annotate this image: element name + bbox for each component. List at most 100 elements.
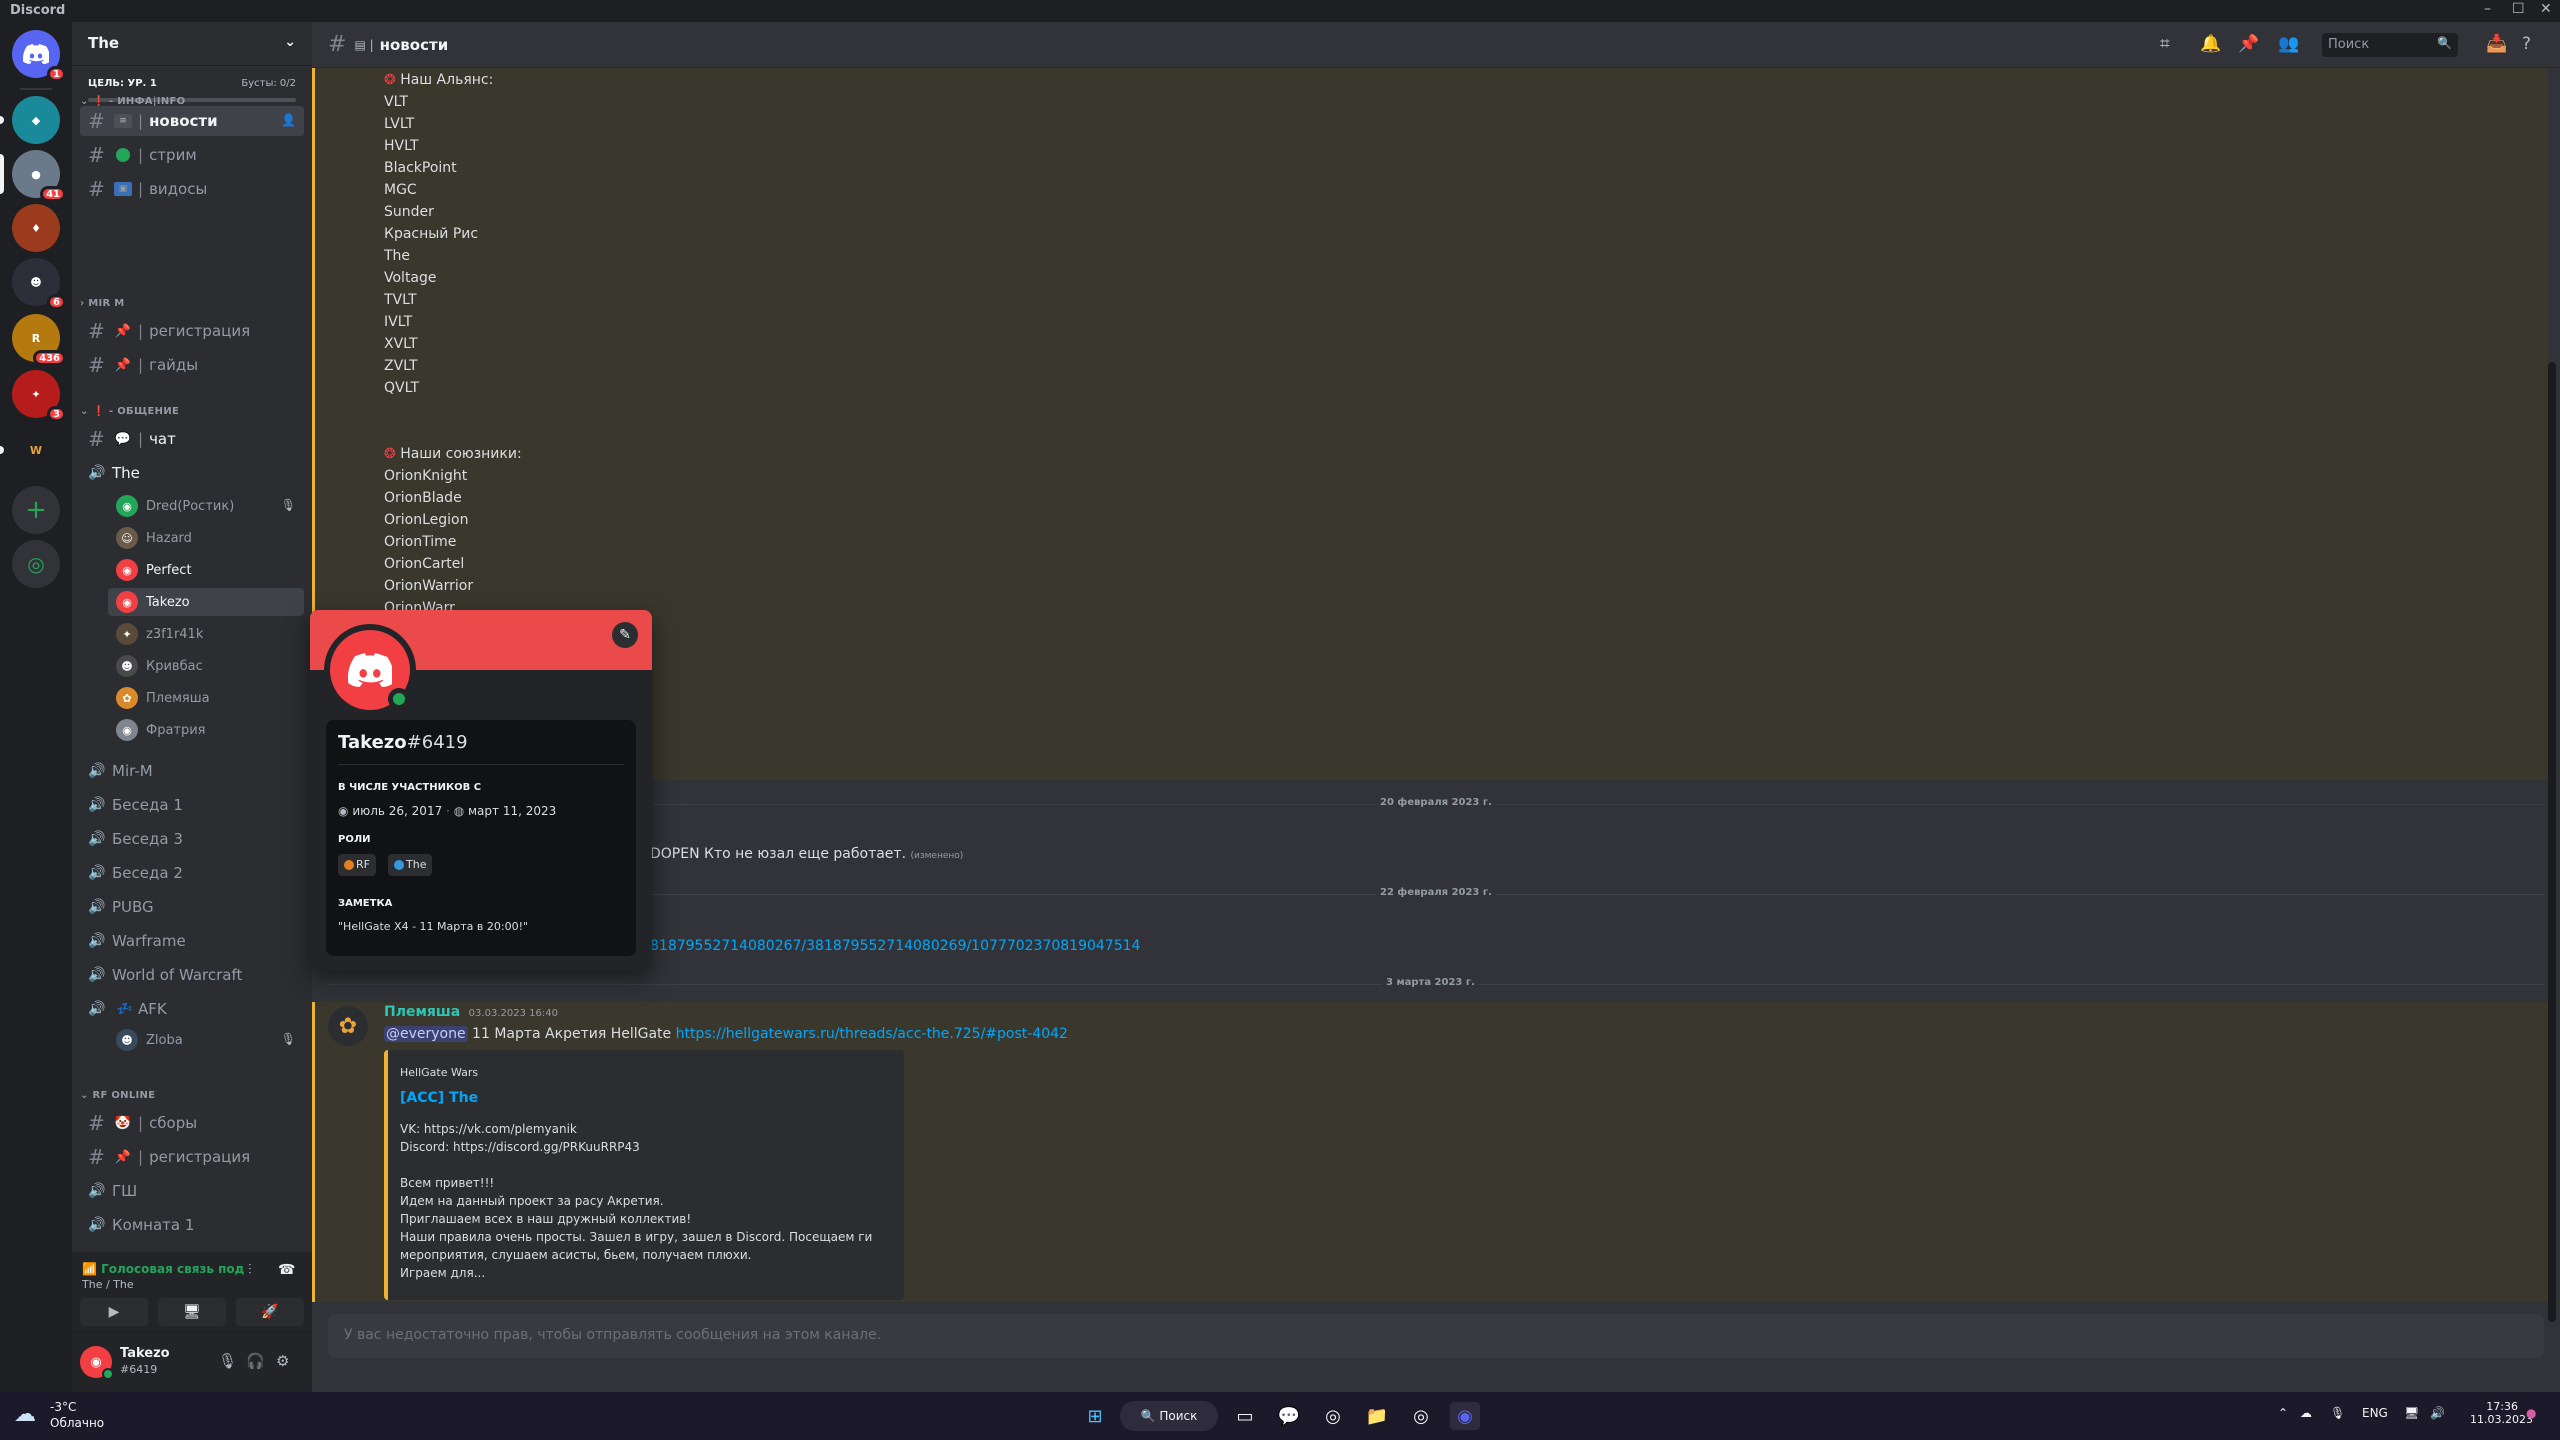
user-name[interactable]: Takezo [120,1346,170,1361]
message-timestamp: 03.03.2023 16:40 [468,1008,558,1019]
voice-channel-wow[interactable]: 🔊 World of Warcraft [80,960,304,990]
home-button[interactable]: 1 [12,30,66,82]
cloud-icon[interactable]: ☁ [14,1402,36,1427]
help-icon[interactable]: ? [2522,34,2531,54]
channel-stream[interactable]: # | стрим [80,140,304,170]
channel-guides[interactable]: # 📌 | гайды [80,350,304,380]
explore-icon[interactable]: ◎ [12,540,60,588]
channel-rf-registration[interactable]: # 📌 | регистрация [80,1142,304,1172]
task-view-icon[interactable]: ▭ [1230,1402,1260,1430]
scrollbar[interactable] [2548,362,2556,1322]
server-icon-3[interactable]: ♦ [12,204,60,252]
category-mirm[interactable]: › MIR M [80,298,125,309]
voice-channel-talk3[interactable]: 🔊 Беседа 3 [80,824,304,854]
voice-user[interactable]: ◉ Perfect [108,556,304,584]
link-embed: HellGate Wars [ACC] The VK: https://vk.c… [384,1050,904,1300]
category-rf[interactable]: ⌄ RF ONLINE [80,1090,155,1101]
voice-user[interactable]: ◉ Фратрия [108,716,304,744]
everyone-mention[interactable]: @everyone [384,1026,468,1042]
threads-icon[interactable]: ⌗ [2160,34,2170,54]
language-indicator[interactable]: ENG [2362,1406,2388,1420]
microphone-icon[interactable]: 🎙 [218,1352,237,1370]
list-item: Красный Рис [384,226,479,242]
role-badge[interactable]: RF [338,854,376,876]
voice-channel-warframe[interactable]: 🔊 Warframe [80,926,304,956]
newspaper-icon: ≡ [114,114,132,128]
bell-icon[interactable]: 🔔 [2200,34,2221,54]
message-link[interactable]: 81879552714080267/381879552714080269/107… [650,938,1140,954]
voice-location[interactable]: The / The [82,1278,134,1291]
minimize-icon[interactable]: – [2484,1,2491,17]
voice-channel-room1[interactable]: 🔊 Комната 1 [80,1210,304,1240]
embed-title[interactable]: [ACC] The [400,1090,478,1106]
volume-icon[interactable]: 🔊 [2430,1406,2445,1420]
guild-header[interactable]: The ⌄ [72,22,312,66]
voice-channel-talk2[interactable]: 🔊 Беседа 2 [80,858,304,888]
server-icon-1[interactable]: ◆ [12,96,60,144]
file-explorer-icon[interactable]: 📁 [1362,1402,1392,1430]
pin-icon[interactable]: 📌 [2238,34,2259,54]
clock[interactable]: 17:36 11.03.2023 [2470,1400,2533,1426]
settings-gear-icon[interactable]: ⚙ [276,1352,289,1370]
author-name[interactable]: Племяша [384,1004,460,1020]
taskbar-search[interactable]: 🔍 Поиск [1120,1401,1218,1431]
speech-bubble-icon: 💬 [114,431,132,447]
screen-share-button[interactable]: 🖥 [158,1298,226,1326]
note-input[interactable]: "HellGate X4 - 11 Марта в 20:00!" [338,920,528,933]
chevron-up-icon[interactable]: ⌃ [2278,1406,2288,1420]
close-icon[interactable]: ✕ [2540,1,2552,17]
guild-name: The [88,34,120,52]
edit-profile-icon[interactable]: ✎ [612,622,638,648]
voice-user-takezo[interactable]: ◉ Takezo [108,588,304,616]
voice-user[interactable]: ✿ Племяша [108,684,304,712]
author-avatar[interactable]: ✿ [328,1006,368,1046]
onedrive-icon[interactable]: ☁ [2300,1406,2312,1420]
add-server-icon[interactable]: + [12,486,60,534]
voice-user[interactable]: ☻ Zloba 🎙 [108,1026,304,1054]
avatar: ◉ [116,719,138,741]
server-icon-7[interactable]: W [12,426,60,474]
channel-videos[interactable]: # ▣ | видосы [80,174,304,204]
microphone-icon[interactable]: 🎙 [2330,1406,2345,1420]
noise-suppression-icon[interactable]: ⫶ [248,1262,252,1278]
channel-chat[interactable]: # 💬 | чат [80,424,304,454]
server-icon-5[interactable]: R 436 [12,314,66,366]
network-icon[interactable]: 🖥 [2404,1406,2419,1420]
headphones-icon[interactable]: 🎧 [246,1352,265,1370]
activity-button[interactable]: 🚀 [236,1298,304,1326]
chat-icon[interactable]: 💬 [1274,1402,1304,1430]
voice-user[interactable]: ◉ Dred(Ростик) 🎙 [108,492,304,520]
channel-registration[interactable]: # 📌 | регистрация [80,316,304,346]
channel-news[interactable]: # ≡ | новости 👤 [80,106,304,136]
voice-channel-talk1[interactable]: 🔊 Беседа 1 [80,790,304,820]
search-input[interactable]: Поиск 🔍 [2322,33,2458,57]
embed-description-line: Discord: https://discord.gg/PRKuuRRP43 [400,1140,640,1154]
server-icon-2[interactable]: ● 41 [12,150,66,202]
voice-channel-gsh[interactable]: 🔊 ГШ [80,1176,304,1206]
invite-icon[interactable]: 👤 [281,113,296,127]
discord-taskbar-icon[interactable]: ◉ [1450,1402,1480,1430]
channel-gatherings[interactable]: # 🤡 | сборы [80,1108,304,1138]
voice-user[interactable]: ☺ Hazard [108,524,304,552]
server-icon-4[interactable]: ☻ 6 [12,258,66,310]
voice-user[interactable]: ✦ z3f1r41k [108,620,304,648]
voice-channel-the[interactable]: 🔊 The [80,458,304,488]
server-icon-6[interactable]: ✦ 3 [12,370,66,422]
chrome-icon[interactable]: ◎ [1318,1402,1348,1430]
maximize-icon[interactable]: ☐ [2512,1,2525,17]
windows-start-icon[interactable]: ⊞ [1080,1402,1110,1430]
disconnect-icon[interactable]: ☎ [278,1262,295,1278]
notification-icon[interactable]: ● [2526,1406,2536,1420]
embed-provider[interactable]: HellGate Wars [400,1066,478,1079]
voice-channel-pubg[interactable]: 🔊 PUBG [80,892,304,922]
voice-channel-mirm[interactable]: 🔊 Mir-M [80,756,304,786]
voice-user[interactable]: ☻ Кривбас [108,652,304,680]
inbox-icon[interactable]: 📥 [2486,34,2507,54]
voice-channel-afk[interactable]: 🔊 💤 AFK [80,994,304,1024]
member-list-icon[interactable]: 👥 [2278,34,2299,54]
chrome-icon[interactable]: ◎ [1406,1402,1436,1430]
camera-button[interactable]: ▶ [80,1298,148,1326]
category-chat[interactable]: ⌄ ❗ - ОБЩЕНИЕ [80,406,179,417]
role-badge[interactable]: The [388,854,433,876]
message-link[interactable]: https://hellgatewars.ru/threads/acc-the.… [676,1026,1068,1042]
